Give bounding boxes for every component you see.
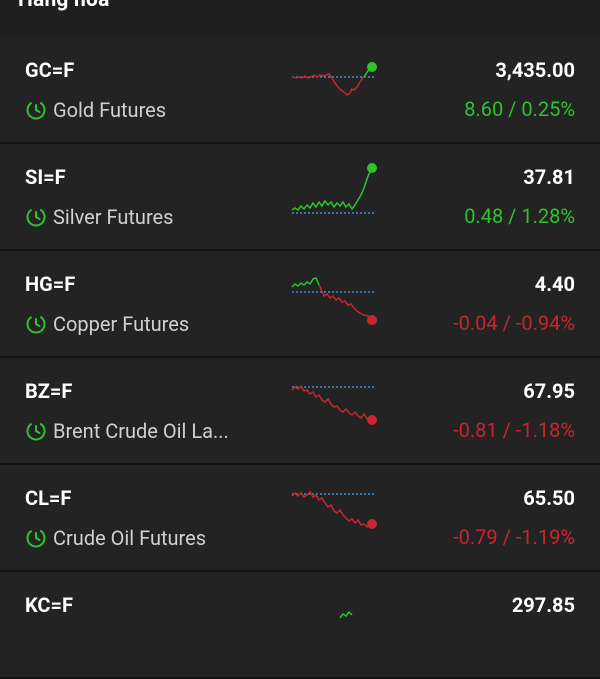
instrument-name: Brent Crude Oil La...: [53, 419, 229, 443]
market-clock-icon: [26, 207, 46, 227]
commodity-row-brent[interactable]: BZ=F Brent Crude Oil La... 67.95 -0.81 /…: [0, 358, 600, 465]
ticker-symbol: HG=F: [25, 272, 76, 296]
name-group: Gold Futures: [25, 96, 166, 124]
ticker-symbol: CL=F: [25, 486, 72, 510]
sparkline-chart: [291, 384, 377, 425]
price-change: -0.81 / -1.18%: [453, 418, 575, 442]
sparkline-endpoint: [367, 315, 377, 325]
price-value: 67.95: [523, 379, 575, 403]
section-title: Hàng hóa: [18, 0, 110, 12]
ticker-symbol: GC=F: [25, 58, 75, 82]
sparkline-chart: [291, 62, 377, 96]
name-group: Copper Futures: [25, 310, 189, 338]
price-value: 37.81: [523, 165, 575, 189]
instrument-name: Gold Futures: [53, 98, 167, 122]
price-change: 0.48 / 1.28%: [464, 204, 575, 228]
sparkline-chart: [291, 163, 377, 214]
price-change: -0.79 / -1.19%: [453, 525, 575, 549]
price-change: 8.60 / 0.25%: [464, 97, 575, 121]
market-clock-icon: [26, 100, 46, 120]
instrument-name: Copper Futures: [53, 312, 190, 336]
sparkline-endpoint: [367, 62, 377, 72]
price-value: 3,435.00: [495, 58, 575, 82]
commodity-row-coffee[interactable]: KC=F 297.85: [0, 572, 600, 679]
sparkline-endpoint: [367, 519, 377, 529]
instrument-name: Crude Oil Futures: [53, 526, 207, 550]
price-value: 297.85: [511, 593, 575, 617]
market-clock-icon: [26, 528, 46, 548]
instrument-name: Silver Futures: [53, 205, 174, 229]
commodity-row-copper[interactable]: HG=F Copper Futures 4.40 -0.04 / -0.94%: [0, 251, 600, 358]
commodity-row-gold[interactable]: GC=F Gold Futures 3,435.00 8.60 / 0.25%: [0, 37, 600, 144]
price-value: 65.50: [523, 486, 575, 510]
section-header: Hàng hóa: [0, 0, 600, 37]
commodity-row-crude[interactable]: CL=F Crude Oil Futures 65.50 -0.79 / -1.…: [0, 465, 600, 572]
commodity-row-silver[interactable]: SI=F Silver Futures 37.81 0.48 / 1.28%: [0, 144, 600, 251]
price-change: -0.04 / -0.94%: [453, 311, 575, 335]
name-group: Crude Oil Futures: [25, 524, 206, 552]
ticker-symbol: KC=F: [25, 593, 73, 617]
sparkline-endpoint: [367, 415, 377, 425]
sparkline-chart: [291, 490, 377, 529]
name-group: Brent Crude Oil La...: [25, 417, 229, 445]
price-value: 4.40: [534, 272, 575, 296]
market-clock-icon: [26, 421, 46, 441]
ticker-symbol: SI=F: [25, 165, 66, 189]
ticker-symbol: BZ=F: [25, 379, 73, 403]
sparkline-chart: [291, 277, 377, 325]
name-group: Silver Futures: [25, 203, 173, 231]
sparkline-endpoint: [367, 163, 377, 173]
sparkline-chart: [339, 610, 353, 619]
market-clock-icon: [26, 314, 46, 334]
